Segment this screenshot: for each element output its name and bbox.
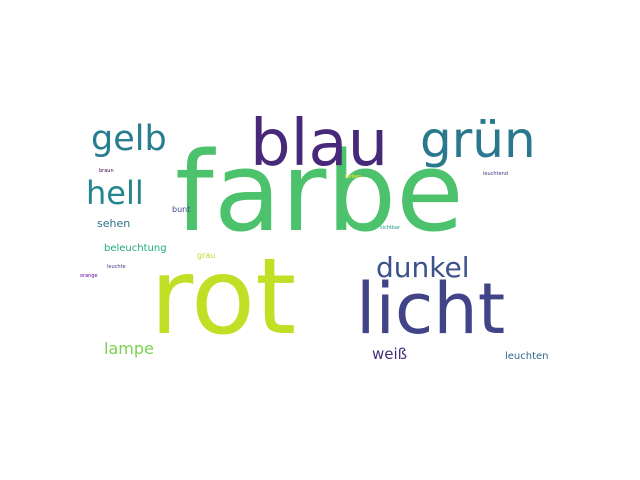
word-grau: grau bbox=[197, 251, 216, 260]
word-weiss: weiß bbox=[372, 345, 408, 363]
word-lampe: lampe bbox=[104, 339, 154, 358]
word-sehen: sehen bbox=[97, 217, 131, 230]
word-gruen: grün bbox=[420, 111, 536, 169]
word-dunkel: dunkel bbox=[376, 251, 470, 284]
word-leuchten: leuchten bbox=[505, 351, 549, 362]
word-leuchtend: leuchtend bbox=[483, 171, 508, 177]
word-licht: licht bbox=[356, 268, 506, 350]
word-sichtbar: sichtbar bbox=[380, 225, 401, 231]
word-beleuchtung: beleuchtung bbox=[104, 243, 167, 254]
word-bunt: bunt bbox=[172, 205, 191, 214]
word-blau: blau bbox=[250, 107, 389, 181]
word-hell: hell bbox=[86, 174, 144, 212]
word-braun: braun bbox=[99, 168, 114, 174]
word-rot: rot bbox=[150, 236, 297, 358]
word-gelb: gelb bbox=[91, 119, 167, 159]
word-leuchte: leuchte bbox=[107, 264, 126, 270]
word-farben: farben bbox=[345, 174, 362, 180]
word-orange: orange bbox=[80, 273, 98, 279]
